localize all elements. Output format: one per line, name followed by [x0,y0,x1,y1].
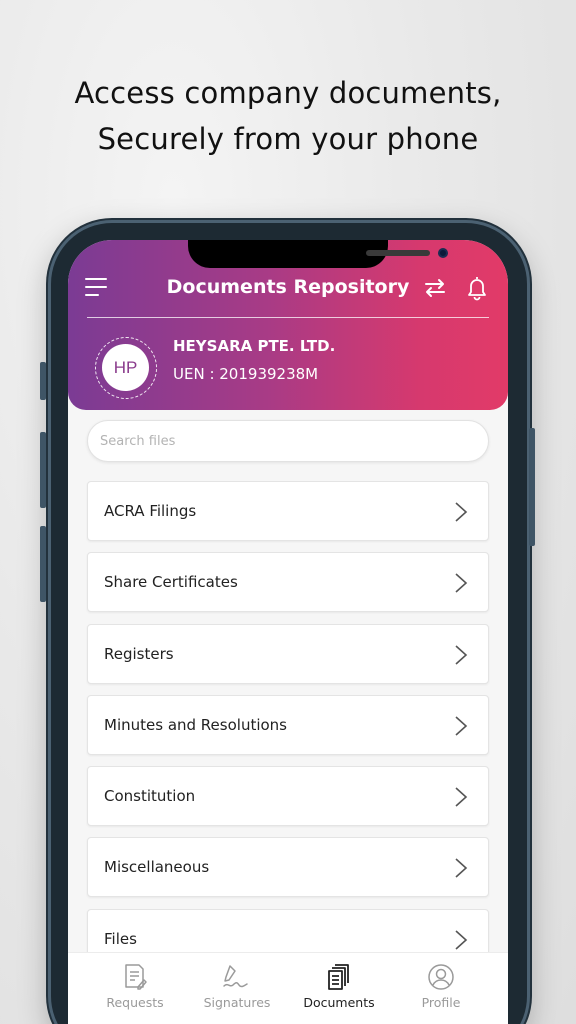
page-title: Documents Repository [166,276,410,298]
folder-item-miscellaneous[interactable]: Miscellaneous [87,837,489,898]
documents-stack-icon [328,964,349,990]
front-camera [438,248,448,258]
chevron-right-icon [455,716,468,736]
folder-label: ACRA Filings [104,502,197,520]
company-uen: UEN : 201939238M [173,365,319,383]
tab-signatures[interactable]: Signatures [182,963,292,1010]
tagline: Access company documents, Securely from … [0,70,576,162]
folder-label: Minutes and Resolutions [104,715,287,734]
speaker-grille [366,250,430,256]
phone-silent-switch [40,362,46,400]
phone-power-button [529,428,535,546]
bottom-tab-bar: Requests Signatures Documents Profile [68,952,508,1024]
user-circle-icon [428,964,454,990]
folder-list: ACRA Filings Share Certificates Register… [87,481,489,980]
chevron-right-icon [455,858,468,879]
tab-label: Signatures [203,995,271,1010]
company-avatar-ring: HP [95,337,157,399]
bell-icon[interactable] [465,275,489,301]
tab-profile[interactable]: Profile [386,963,496,1010]
chevron-right-icon [455,644,468,665]
tab-label: Documents [303,995,375,1010]
folder-label: Share Certificates [104,573,238,592]
hamburger-menu-icon[interactable] [85,278,107,296]
folder-label: Constitution [104,787,196,806]
phone-volume-up-button [40,432,46,508]
folder-item-acra-filings[interactable]: ACRA Filings [87,481,489,541]
chevron-right-icon [455,787,468,807]
avatar: HP [102,344,149,391]
phone-volume-down-button [40,526,46,602]
folder-item-share-certificates[interactable]: Share Certificates [87,552,489,613]
tagline-line-2: Securely from your phone [97,122,479,156]
chevron-right-icon [455,502,468,522]
folder-item-minutes-and-resolutions[interactable]: Minutes and Resolutions [87,694,489,755]
tab-label: Requests [106,995,164,1010]
header-divider [87,317,489,318]
folder-label: Miscellaneous [104,858,210,877]
request-form-icon [125,964,147,990]
chevron-right-icon [455,930,468,950]
tab-documents[interactable]: Documents [284,963,394,1010]
phone-notch [188,240,448,268]
sync-arrows-icon[interactable] [423,276,447,300]
chevron-right-icon [455,573,468,593]
folder-label: Registers [104,644,174,663]
signature-pen-icon [223,965,248,988]
folder-label: Files [104,929,137,948]
app-screen: Documents Repository HP HEYSARA PTE. LTD… [68,240,508,1024]
tab-requests[interactable]: Requests [80,963,190,1010]
folder-item-registers[interactable]: Registers [87,623,489,684]
tagline-line-1: Access company documents, [74,76,502,110]
tab-label: Profile [421,995,461,1010]
search-input[interactable] [87,420,489,462]
company-name: HEYSARA PTE. LTD. [173,337,336,355]
folder-item-constitution[interactable]: Constitution [87,766,489,827]
